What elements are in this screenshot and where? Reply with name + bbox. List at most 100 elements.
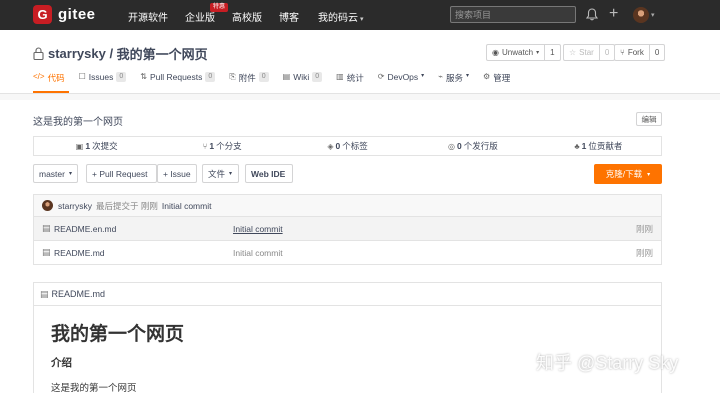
user-avatar[interactable] — [633, 7, 649, 23]
file-commit-link[interactable]: Initial commit — [233, 224, 283, 234]
chevron-down-icon: ▾ — [536, 50, 540, 56]
stat-label: 位贡献者 — [588, 141, 623, 151]
repo-separator: / — [105, 46, 117, 61]
tab-pull-requests[interactable]: ⇅ Pull Requests 0 — [140, 72, 216, 92]
chevron-down-icon: ▾ — [647, 171, 651, 178]
file-name-link[interactable]: README.en.md — [54, 224, 116, 234]
commit-author[interactable]: starrysky — [58, 201, 92, 211]
chevron-down-icon: ▾ — [229, 171, 233, 177]
nav-education[interactable]: 高校版 — [232, 9, 262, 24]
file-row[interactable]: ▤ README.en.md Initial commit 刚刚 — [33, 217, 662, 241]
file-icon: ▤ — [42, 247, 51, 257]
file-row[interactable]: ▤ README.md Initial commit 刚刚 — [33, 241, 662, 265]
star-icon: ☆ — [569, 48, 577, 57]
search-input[interactable] — [450, 6, 576, 23]
tab-count: 0 — [258, 72, 269, 82]
fork-label: Fork — [627, 48, 644, 57]
clone-label: 克隆/下载 — [605, 169, 643, 179]
bar-chart-icon: ▥ — [336, 72, 344, 81]
repo-tabs: </> 代码 ☐ Issues 0 ⇅ Pull Requests 0 ⎘ 附件 0 ▤ Wik… — [33, 72, 524, 92]
tab-label: Issues — [88, 72, 114, 82]
header-separator — [0, 94, 720, 100]
new-pull-request-button[interactable]: + Pull Request — [86, 164, 157, 183]
new-issue-button[interactable]: + Issue — [157, 164, 197, 183]
bell-icon[interactable] — [586, 8, 598, 21]
chevron-down-icon: ▾ — [466, 73, 470, 79]
file-name-link[interactable]: README.md — [54, 248, 105, 258]
commit-icon: ▣ — [75, 141, 84, 151]
repo-name-link[interactable]: 我的第一个网页 — [117, 44, 208, 63]
eye-icon: ◉ — [492, 48, 499, 57]
star-button-group[interactable]: ☆ Star 0 — [563, 44, 616, 61]
stat-commits[interactable]: ▣ 1 次提交 — [34, 137, 159, 155]
pull-request-icon: ⇅ — [140, 72, 147, 81]
tab-wiki[interactable]: ▤ Wiki 0 — [283, 72, 323, 92]
tab-count: 0 — [116, 72, 127, 82]
tab-count: 0 — [205, 72, 216, 82]
file-icon: ▤ — [42, 223, 51, 233]
nav-my-gitee[interactable]: 我的码云 ▾ — [318, 9, 364, 24]
readme-panel: ▤ README.md 我的第一个网页 介绍 这是我的第一个网页 — [33, 282, 662, 393]
star-label: Star — [579, 48, 594, 57]
devops-icon: ⟳ — [377, 72, 385, 81]
gear-icon: ⚙ — [483, 72, 491, 81]
commit-message-link[interactable]: Initial commit — [162, 201, 212, 211]
create-plus-icon[interactable]: + — [609, 6, 618, 22]
lock-icon — [33, 47, 44, 60]
nav-blog[interactable]: 博客 — [279, 9, 299, 24]
tab-code[interactable]: </> 代码 — [33, 72, 65, 92]
stat-value: 1 — [581, 141, 587, 151]
watch-button-group[interactable]: ◉ Unwatch ▾ 1 — [486, 44, 561, 61]
readme-heading: 我的第一个网页 — [51, 324, 185, 345]
stat-branches[interactable]: ⑂ 1 个分支 — [159, 137, 284, 155]
tab-services[interactable]: ⌁ 服务 ▾ — [438, 72, 469, 92]
stat-tags[interactable]: ◈ 0 个标签 — [285, 137, 410, 155]
nav-open-source[interactable]: 开源软件 — [128, 9, 168, 24]
watermark: 知乎 @Starry Sky — [536, 353, 679, 373]
commit-meta: 最后提交于 刚刚 — [96, 200, 158, 211]
promo-badge: 特惠 — [210, 3, 229, 12]
author-avatar[interactable] — [42, 200, 53, 211]
stat-value: 0 — [335, 141, 341, 151]
file-commit-link[interactable]: Initial commit — [233, 248, 283, 258]
web-ide-button[interactable]: Web IDE — [245, 164, 293, 183]
chevron-down-icon[interactable]: ▾ — [651, 11, 655, 19]
fork-button-group[interactable]: ⑂ Fork 0 — [614, 44, 666, 61]
stat-value: 1 — [85, 141, 91, 151]
stat-contributors[interactable]: ♣ 1 位贡献者 — [536, 137, 661, 155]
gitee-logo-text: gitee — [58, 6, 96, 23]
branch-name: master — [39, 168, 65, 179]
stat-value: 0 — [457, 141, 462, 151]
readme-paragraph: 这是我的第一个网页 — [51, 383, 137, 393]
services-icon: ⌁ — [438, 72, 444, 81]
file-icon: ▤ — [40, 288, 49, 299]
fork-count[interactable]: 0 — [648, 45, 664, 60]
watch-count[interactable]: 1 — [544, 45, 559, 60]
star-count[interactable]: 0 — [598, 45, 614, 60]
repo-title: starrysky / 我的第一个网页 — [33, 44, 208, 63]
branch-select[interactable]: master ▾ — [33, 164, 78, 183]
tab-count: 0 — [312, 72, 323, 82]
clone-download-button[interactable]: 克隆/下载 ▾ — [594, 164, 662, 184]
tab-settings[interactable]: ⚙ 管理 — [483, 72, 510, 92]
fork-button[interactable]: ⑂ Fork — [615, 45, 649, 60]
repo-owner-link[interactable]: starrysky — [48, 46, 106, 61]
watch-button[interactable]: ◉ Unwatch ▾ — [487, 45, 544, 60]
nav-my-gitee-label: 我的码云 — [318, 13, 358, 24]
chevron-down-icon: ▾ — [421, 73, 425, 79]
tab-statistics[interactable]: ▥ 统计 — [336, 72, 364, 92]
tab-devops[interactable]: ⟳ DevOps ▾ — [378, 72, 424, 92]
tab-issues[interactable]: ☐ Issues 0 — [79, 72, 127, 92]
edit-description-button[interactable]: 编辑 — [636, 112, 662, 126]
file-time: 刚刚 — [635, 223, 653, 234]
tab-attachments[interactable]: ⎘ 附件 0 — [229, 72, 269, 92]
stat-value: 1 — [209, 141, 215, 151]
file-menu-button[interactable]: 文件 ▾ — [202, 164, 239, 183]
tab-label: DevOps — [387, 72, 419, 82]
branch-icon: ⑂ — [202, 141, 208, 151]
star-button[interactable]: ☆ Star — [564, 45, 599, 60]
stat-releases[interactable]: ◎ 0 个发行版 — [410, 137, 535, 155]
file-menu-label: 文件 — [208, 168, 226, 179]
latest-commit-bar: starrysky 最后提交于 刚刚 Initial commit — [33, 194, 662, 217]
gitee-logo[interactable]: G gitee — [33, 5, 96, 24]
